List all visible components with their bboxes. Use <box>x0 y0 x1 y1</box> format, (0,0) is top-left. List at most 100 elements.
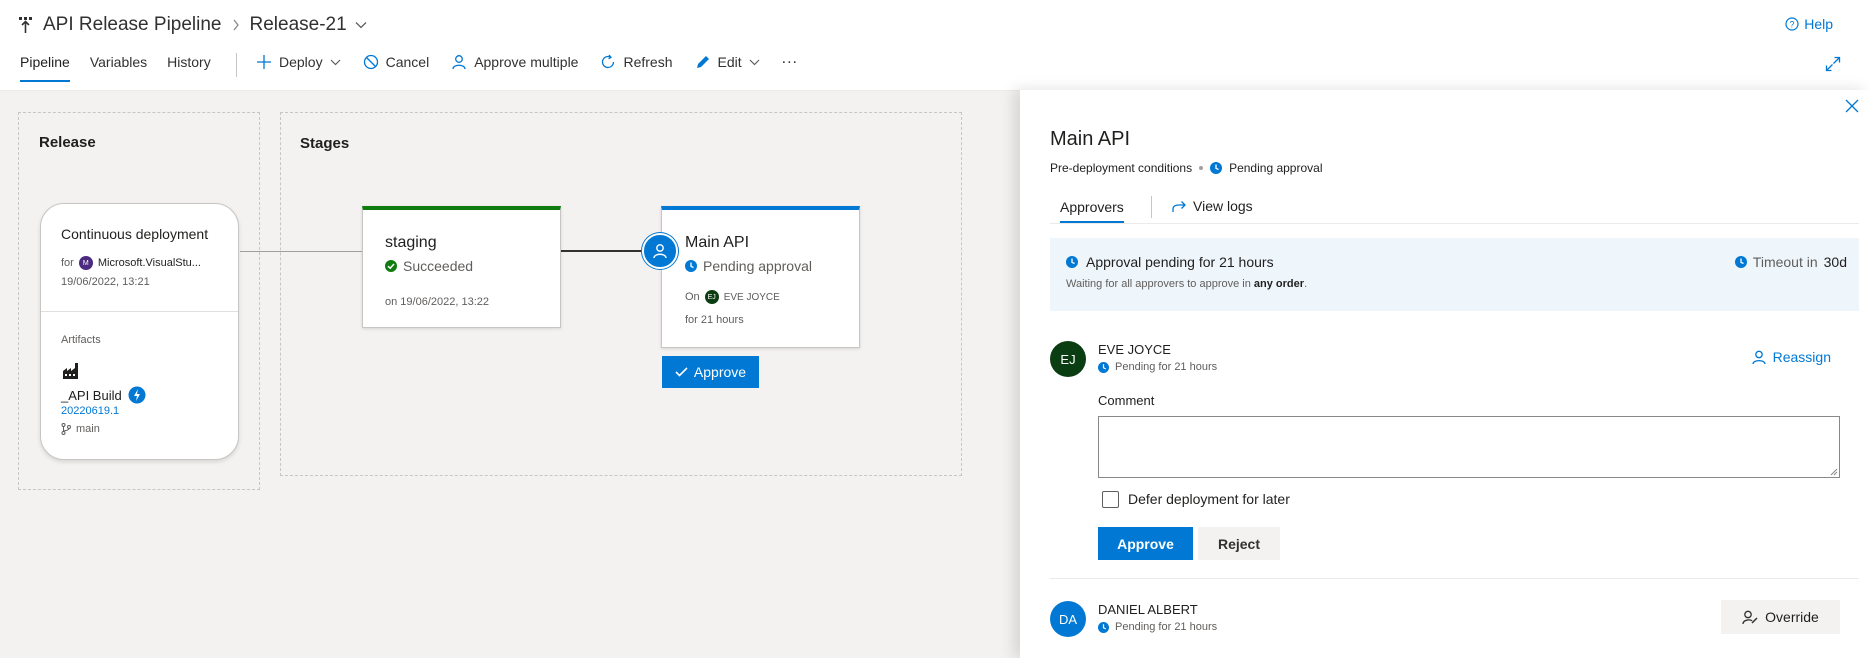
approve-multiple-button[interactable]: Approve multiple <box>451 54 578 70</box>
approve-button[interactable]: Approve <box>1098 527 1193 560</box>
clock-icon <box>1734 256 1747 268</box>
pipeline-name-link[interactable]: API Release Pipeline <box>43 14 222 36</box>
chevron-down-icon[interactable] <box>355 21 367 29</box>
tab-history[interactable]: History <box>167 54 211 80</box>
release-name[interactable]: Release-21 <box>250 14 347 36</box>
cancel-label: Cancel <box>385 54 430 70</box>
tab-approvers[interactable]: Approvers <box>1060 199 1124 223</box>
clock-icon <box>1098 361 1109 373</box>
factory-icon <box>62 362 80 380</box>
approval-banner: Approval pending for 21 hours Waiting fo… <box>1050 238 1859 311</box>
defer-label[interactable]: Defer deployment for later <box>1128 491 1290 507</box>
timeout-label: Timeout in <box>1752 254 1818 270</box>
panel-status: Pending approval <box>1229 161 1323 175</box>
defer-checkbox[interactable] <box>1102 491 1119 508</box>
tab-view-logs[interactable]: View logs <box>1172 198 1253 214</box>
pre-deployment-approvals-icon[interactable] <box>642 233 678 269</box>
tab-pipeline[interactable]: Pipeline <box>20 54 70 82</box>
tab-variables[interactable]: Variables <box>90 54 147 80</box>
person-icon <box>451 54 467 70</box>
more-actions-button[interactable]: ... <box>782 50 798 68</box>
banner-title-label: Approval pending for 21 hours <box>1086 254 1274 270</box>
help-icon: ? <box>1785 17 1799 31</box>
comment-textarea[interactable] <box>1098 416 1840 478</box>
cancel-button[interactable]: Cancel <box>363 54 430 70</box>
breadcrumb-chevron-icon <box>232 19 240 31</box>
edit-label: Edit <box>717 54 742 70</box>
continuous-deployment-card[interactable]: Continuous deployment for M Microsoft.Vi… <box>40 203 239 460</box>
edit-button[interactable]: Edit <box>695 54 760 70</box>
plus-icon <box>256 54 272 70</box>
chevron-down-icon <box>330 59 341 66</box>
clock-icon <box>685 260 697 272</box>
stage-name: staging <box>385 234 437 251</box>
clock-icon <box>1210 162 1223 174</box>
override-label: Override <box>1765 609 1819 625</box>
banner-subtitle-bold: any order <box>1253 278 1305 290</box>
approver-name: DANIEL ALBERT <box>1098 602 1198 617</box>
approver-name: EVE JOYCE <box>1098 342 1171 357</box>
approver-status: Pending for 21 hours <box>1098 361 1217 373</box>
checkmark-icon <box>675 367 688 377</box>
svg-text:?: ? <box>1790 20 1795 30</box>
chevron-down-icon <box>749 59 760 66</box>
trigger-title: Continuous deployment <box>61 226 209 242</box>
stage-date: on 19/06/2022, 13:22 <box>385 296 489 308</box>
pipeline-tabs: Pipeline Variables History <box>20 54 211 90</box>
reassign-button[interactable]: Reassign <box>1751 349 1831 365</box>
more-label: ... <box>781 50 798 67</box>
person-icon <box>1751 350 1766 365</box>
clock-icon <box>1098 621 1109 633</box>
toolbar-divider <box>236 53 237 77</box>
textarea-resize-handle[interactable] <box>1829 467 1838 476</box>
approver-avatar: EJ <box>704 290 719 304</box>
trigger-source: for M Microsoft.VisualStu... <box>61 256 201 270</box>
stage-card-staging[interactable]: staging Succeeded on 19/06/2022, 13:22 <box>362 206 561 328</box>
deploy-button[interactable]: Deploy <box>256 54 341 70</box>
approver-status-label: Pending for 21 hours <box>1115 621 1218 633</box>
artifact-name-label: _API Build <box>61 387 122 403</box>
banner-title: Approval pending for 21 hours <box>1066 254 1274 270</box>
stages-group-title: Stages <box>300 135 350 152</box>
override-button[interactable]: Override <box>1721 600 1840 634</box>
approver-name: EVE JOYCE <box>723 291 780 303</box>
approver-divider <box>1050 578 1859 579</box>
stage-connector-line <box>561 250 645 252</box>
pencil-icon <box>695 54 711 70</box>
refresh-button[interactable]: Refresh <box>600 54 673 70</box>
panel-subtitle: Pre-deployment conditions Pending approv… <box>1050 161 1322 175</box>
expand-icon[interactable] <box>1825 56 1841 72</box>
artifact-branch: main <box>61 423 100 435</box>
banner-subtitle: Waiting for all approvers to approve in … <box>1066 278 1307 290</box>
artifact-version-link[interactable]: 20220619.1 <box>61 405 119 417</box>
stage-approve-button[interactable]: Approve <box>662 356 759 388</box>
refresh-label: Refresh <box>623 54 673 70</box>
panel-title: Main API <box>1050 128 1131 150</box>
person-override-icon <box>1742 610 1758 625</box>
reject-button[interactable]: Reject <box>1198 527 1280 560</box>
banner-subtitle-prefix: Waiting for all approvers to approve in <box>1066 278 1254 290</box>
stage-duration: for 21 hours <box>685 314 744 326</box>
lightning-badge-icon <box>128 386 146 404</box>
on-label: On <box>685 291 700 303</box>
card-divider <box>41 311 238 312</box>
conditions-label: Pre-deployment conditions <box>1050 161 1193 175</box>
approver-avatar: EJ <box>1050 341 1086 377</box>
stage-name: Main API <box>685 234 750 251</box>
comment-label: Comment <box>1098 393 1155 408</box>
stage-status: Pending approval <box>685 258 812 274</box>
stage-card-main-api[interactable]: Main API Pending approval On EJ EVE JOYC… <box>661 206 860 348</box>
stage-status-label: Succeeded <box>403 258 474 274</box>
header-bar: API Release Pipeline Release-21 ? Help P… <box>0 0 1869 90</box>
artifacts-label: Artifacts <box>61 334 101 346</box>
view-logs-label: View logs <box>1193 198 1253 214</box>
branch-icon <box>61 423 71 435</box>
help-link[interactable]: ? Help <box>1785 16 1833 32</box>
branch-name: main <box>76 423 100 435</box>
close-icon[interactable] <box>1845 99 1859 113</box>
share-arrow-icon <box>1172 200 1187 213</box>
stage-status: Succeeded <box>385 258 473 274</box>
approve-multiple-label: Approve multiple <box>474 54 579 70</box>
toolbar: Deploy Cancel Approve multiple Refresh E… <box>256 50 798 70</box>
release-group-title: Release <box>39 134 96 151</box>
